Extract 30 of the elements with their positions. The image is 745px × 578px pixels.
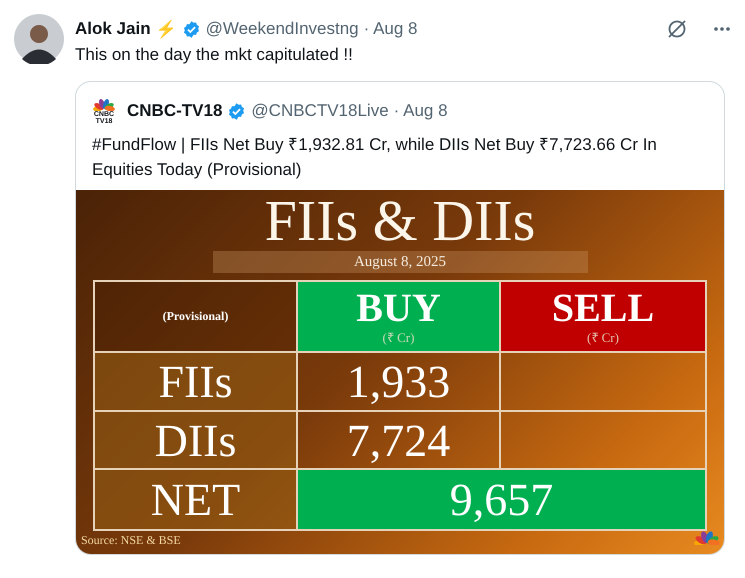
author-emoji: ⚡: [156, 18, 177, 40]
more-icon[interactable]: [713, 26, 731, 32]
infographic-image[interactable]: FIIs & DIIs August 8, 2025 (Provisional) BUY (₹ Cr) SELL (₹ Cr) FIIs 1,933 DIIs 7,724 NET 9,657 Source: NSE & BSE: [76, 190, 724, 554]
value-cell: 1,933: [297, 352, 500, 411]
quoted-author-handle[interactable]: @CNBCTV18Live: [251, 101, 389, 121]
row-label: DIIs: [154, 414, 236, 466]
slashed-circle-icon[interactable]: [666, 18, 688, 40]
peacock-logo-icon: [93, 97, 115, 111]
value-cell: 7,724: [297, 411, 500, 469]
row-label: NET: [150, 473, 240, 526]
author-name[interactable]: Alok Jain: [75, 19, 151, 39]
row-label: FIIs: [158, 355, 233, 408]
post-date[interactable]: · Aug 8: [364, 19, 418, 39]
total-value: 9,657: [450, 473, 554, 526]
source-text: Source: NSE & BSE: [81, 533, 181, 548]
provisional-label: (Provisional): [162, 309, 228, 324]
quoted-author-name[interactable]: CNBC-TV18: [127, 101, 222, 121]
quoted-post-date[interactable]: · Aug 8: [394, 101, 448, 121]
quoted-post-card[interactable]: [75, 81, 725, 555]
column-unit: (₹ Cr): [587, 328, 619, 346]
column-label: SELL: [552, 288, 654, 328]
column-unit: (₹ Cr): [382, 328, 414, 346]
infographic-title: FIIs & DIIs: [264, 192, 536, 250]
quoted-post-text: #FundFlow | FIIs Net Buy ₹1,932.81 Cr, while DIIs Net Buy ₹7,723.66 Cr In Equities Today (Provisional): [91, 134, 658, 181]
column-label: BUY: [356, 288, 441, 328]
peacock-logo-icon: [694, 529, 720, 545]
avatar[interactable]: [14, 14, 64, 64]
infographic-date: August 8, 2025: [212, 251, 588, 273]
author-handle[interactable]: @WeekendInvestng: [206, 19, 359, 39]
post-text: This on the day the mkt capitulated !!: [75, 44, 354, 66]
